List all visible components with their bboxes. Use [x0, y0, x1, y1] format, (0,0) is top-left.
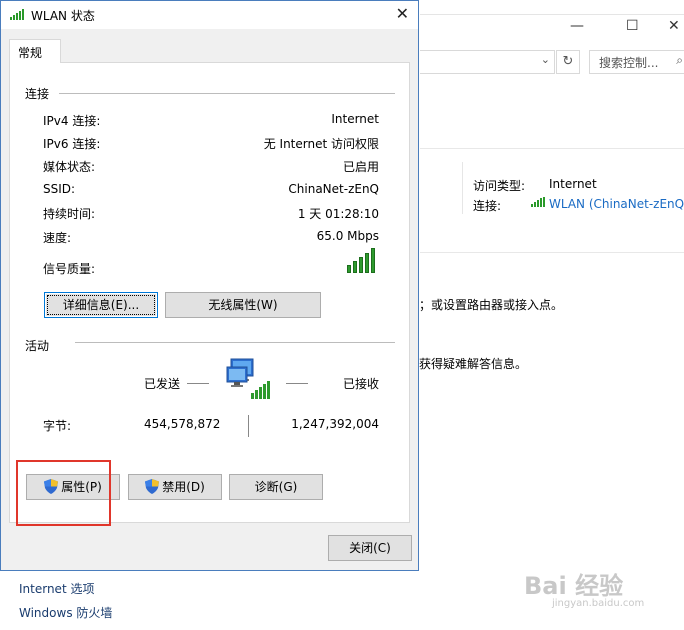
activity-group-label: 活动 — [25, 339, 50, 353]
ssid-label: SSID: — [43, 182, 76, 196]
disable-label: 禁用(D) — [162, 480, 205, 494]
setup-router-text: ；或设置路由器或接入点。 — [419, 298, 564, 312]
maximize-icon[interactable]: ☐ — [626, 18, 639, 34]
wifi-signal-icon — [10, 8, 26, 20]
address-bar[interactable]: ⌄ — [420, 50, 555, 74]
highlight-annotation — [16, 460, 111, 526]
troubleshoot-text: 获得疑难解答信息。 — [419, 357, 528, 371]
watermark: Bai 经验 — [524, 572, 624, 600]
speed-value: 65.0 Mbps — [316, 229, 379, 243]
ipv6-label: IPv6 连接: — [43, 137, 101, 151]
uac-shield-icon — [145, 479, 160, 494]
ipv4-value: Internet — [331, 112, 379, 126]
search-icon[interactable]: ⌕ — [676, 53, 683, 68]
media-state-value: 已启用 — [342, 160, 379, 174]
bytes-divider — [248, 415, 249, 437]
speed-label: 速度: — [43, 231, 72, 245]
received-dash — [286, 383, 308, 384]
divider — [420, 252, 684, 253]
divider — [462, 162, 463, 214]
ssid-value: ChinaNet-zEnQ — [288, 182, 379, 196]
sent-label: 已发送 — [144, 377, 181, 391]
connection-group-label: 连接 — [25, 87, 50, 101]
search-placeholder: 搜索控制... — [599, 56, 659, 70]
sent-dash — [187, 383, 209, 384]
close-window-icon[interactable]: ✕ — [668, 18, 680, 34]
tab-label: 常规 — [18, 46, 43, 60]
group-divider — [75, 342, 395, 343]
bytes-received-value: 1,247,392,004 — [291, 417, 379, 431]
dialog-title: WLAN 状态 — [31, 9, 95, 23]
ipv4-label: IPv4 连接: — [43, 114, 101, 128]
wlan-status-dialog: WLAN 状态 ✕ 常规 连接 IPv4 连接: Internet IPv6 连… — [0, 0, 419, 571]
refresh-icon[interactable]: ↻ — [556, 50, 580, 74]
minimize-icon[interactable]: — — [570, 18, 584, 34]
chevron-down-icon[interactable]: ⌄ — [541, 53, 550, 66]
media-state-label: 媒体状态: — [43, 160, 96, 174]
access-type-value: Internet — [549, 177, 597, 191]
group-divider — [59, 93, 395, 94]
connection-label: 连接: — [473, 199, 502, 213]
connection-link[interactable]: WLAN (ChinaNet-zEnQ) — [549, 197, 684, 211]
background-titlebar — [420, 14, 684, 43]
duration-label: 持续时间: — [43, 207, 96, 221]
watermark-url: jingyan.baidu.com — [552, 598, 645, 609]
duration-value: 1 天 01:28:10 — [297, 207, 379, 221]
close-button[interactable]: 关闭(C) — [328, 535, 412, 561]
wireless-properties-button[interactable]: 无线属性(W) — [165, 292, 321, 318]
divider — [420, 148, 684, 149]
diagnose-button[interactable]: 诊断(G) — [229, 474, 323, 500]
ipv6-value: 无 Internet 访问权限 — [263, 137, 379, 151]
tab-general[interactable]: 常规 — [9, 39, 61, 63]
dialog-titlebar: WLAN 状态 ✕ — [1, 1, 418, 29]
windows-firewall-link[interactable]: Windows 防火墙 — [19, 604, 112, 621]
signal-quality-label: 信号质量: — [43, 262, 96, 276]
signal-strength-icon — [347, 247, 377, 273]
close-icon[interactable]: ✕ — [396, 4, 409, 23]
access-type-label: 访问类型: — [473, 179, 526, 193]
search-input[interactable]: 搜索控制... ⌕ — [589, 50, 684, 74]
received-label: 已接收 — [343, 377, 380, 391]
internet-options-link[interactable]: Internet 选项 — [19, 580, 94, 597]
wifi-signal-icon — [531, 197, 545, 207]
network-computers-icon — [226, 358, 270, 399]
bytes-label: 字节: — [43, 419, 72, 433]
disable-button[interactable]: 禁用(D) — [128, 474, 222, 500]
bytes-sent-value: 454,578,872 — [144, 417, 221, 431]
details-button[interactable]: 详细信息(E)... — [44, 292, 158, 318]
